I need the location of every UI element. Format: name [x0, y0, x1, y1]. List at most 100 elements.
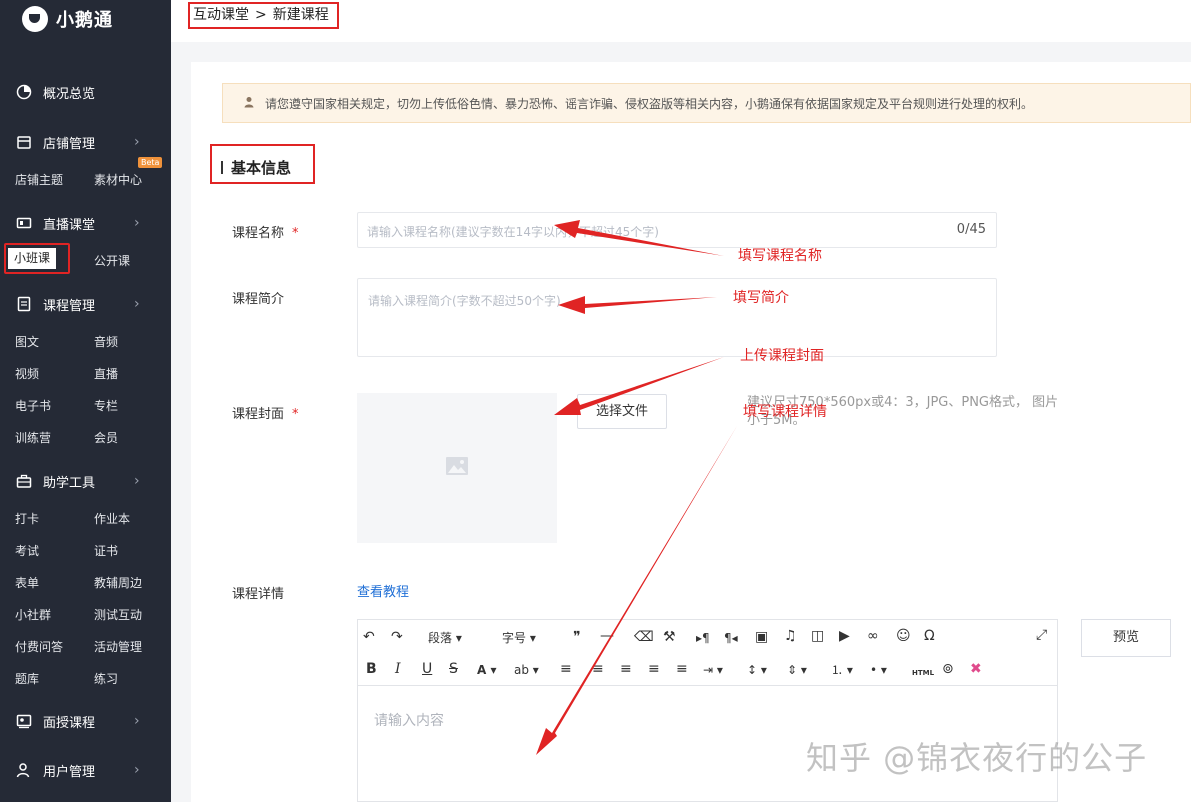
- undo-icon[interactable]: ↶: [363, 628, 375, 646]
- breadcrumb-parent[interactable]: 互动课堂: [193, 4, 249, 27]
- watermark: 知乎 @锦衣夜行的公子: [806, 739, 1148, 777]
- logo-text: 小鹅通: [56, 10, 113, 31]
- sidebar-item-merch[interactable]: 教辅周边: [94, 574, 142, 591]
- sidebar-item-certificate[interactable]: 证书: [94, 542, 118, 559]
- nav-store-label: 店铺管理: [43, 136, 96, 152]
- nav-users[interactable]: 用户管理 ›: [0, 756, 171, 784]
- sidebar-item-checkin[interactable]: 打卡: [15, 510, 39, 527]
- editor-placeholder[interactable]: 请输入内容: [374, 710, 444, 730]
- video-camera-icon[interactable]: ◫: [811, 627, 824, 645]
- ordered-list-dropdown[interactable]: ⒈ ▾: [831, 661, 853, 679]
- sidebar-item-form[interactable]: 表单: [15, 574, 39, 591]
- image-icon[interactable]: ▣: [755, 628, 768, 646]
- align-left-icon[interactable]: ≡: [560, 660, 572, 678]
- paragraph-spacing-dropdown[interactable]: ⇕ ▾: [787, 661, 807, 679]
- highlight-color-icon[interactable]: ab ▾: [514, 661, 539, 679]
- sidebar-item-article[interactable]: 图文: [15, 333, 39, 350]
- eraser-icon[interactable]: ⌫: [634, 628, 654, 646]
- emoji-icon[interactable]: ☺: [896, 627, 911, 645]
- course-intro-textarea[interactable]: 请输入课程简介(字数不超过50个字): [357, 278, 997, 357]
- sidebar-item-community[interactable]: 小社群: [15, 606, 51, 623]
- horizontal-rule-icon[interactable]: —: [600, 627, 614, 645]
- bold-icon[interactable]: B: [366, 660, 377, 678]
- bullet-list-dropdown[interactable]: • ▾: [870, 661, 887, 679]
- align-justify-icon[interactable]: ≡: [676, 660, 688, 678]
- html-icon[interactable]: HTML: [912, 664, 934, 682]
- pie-chart-icon: [16, 84, 32, 100]
- fullscreen-icon[interactable]: ⤢: [1036, 626, 1047, 644]
- chevron-right-icon: ›: [134, 134, 140, 150]
- format-brush-icon[interactable]: ⚒: [663, 628, 676, 646]
- classroom-icon: [16, 713, 32, 729]
- ltr-icon[interactable]: ▸¶: [696, 629, 710, 647]
- font-size-dropdown[interactable]: 字号 ▾: [502, 629, 536, 647]
- media-icon[interactable]: ▶: [839, 627, 850, 645]
- course-name-input[interactable]: 请输入课程名称(建议字数在14字以内，不超过45个字) 0/45: [357, 212, 997, 248]
- breadcrumb-current: 新建课程: [272, 7, 329, 23]
- nav-offline[interactable]: 面授课程 ›: [0, 707, 171, 735]
- align-right-icon[interactable]: ≡: [648, 660, 660, 678]
- course-detail-label: 课程详情: [232, 587, 285, 602]
- sidebar-item-material[interactable]: 素材中心: [94, 171, 142, 188]
- nav-live[interactable]: 直播课堂 ›: [0, 209, 171, 237]
- sidebar-item-question-bank[interactable]: 题库: [15, 670, 39, 687]
- preview-button[interactable]: 预览: [1081, 619, 1171, 657]
- sidebar-item-practice[interactable]: 练习: [94, 670, 118, 687]
- beta-badge: Beta: [138, 157, 163, 168]
- sidebar-item-column[interactable]: 专栏: [94, 397, 118, 414]
- underline-icon[interactable]: U: [422, 660, 432, 678]
- search-replace-icon[interactable]: ⊚: [942, 660, 954, 678]
- sidebar-item-activity[interactable]: 活动管理: [94, 638, 142, 655]
- sidebar-item-audio[interactable]: 音频: [94, 333, 118, 350]
- sidebar-item-paid-qa[interactable]: 付费问答: [15, 638, 63, 655]
- italic-icon[interactable]: I: [395, 660, 401, 678]
- align-justify-left-icon[interactable]: ≡: [592, 660, 604, 678]
- nav-course[interactable]: 课程管理 ›: [0, 290, 171, 318]
- special-char-icon[interactable]: Ω: [924, 627, 935, 645]
- sidebar-item-public-class[interactable]: 公开课: [94, 252, 130, 269]
- sidebar-item-quiz[interactable]: 测试互动: [94, 606, 142, 623]
- cover-upload-area[interactable]: [357, 393, 557, 543]
- strikethrough-icon[interactable]: S: [449, 660, 458, 678]
- annotation-intro: 填写简介: [733, 290, 789, 306]
- sidebar-item-member[interactable]: 会员: [94, 429, 118, 446]
- course-intro-placeholder: 请输入课程简介(字数不超过50个字): [368, 294, 561, 308]
- user-notice-icon: [243, 96, 255, 111]
- course-cover-label: 课程封面 *: [232, 407, 299, 422]
- sidebar-item-video[interactable]: 视频: [15, 365, 39, 382]
- quote-icon[interactable]: ❞: [573, 628, 581, 646]
- sidebar-item-camp[interactable]: 训练营: [15, 429, 51, 446]
- course-name-counter: 0/45: [956, 222, 986, 237]
- nav-overview[interactable]: 概况总览: [0, 78, 171, 106]
- music-icon[interactable]: ♫: [784, 627, 797, 645]
- redo-icon[interactable]: ↷: [391, 628, 403, 646]
- logo-icon: [22, 6, 48, 32]
- nav-store[interactable]: 店铺管理 ›: [0, 128, 171, 156]
- select-file-button[interactable]: 选择文件: [577, 394, 667, 429]
- sidebar-item-small-class[interactable]: 小班课: [8, 248, 56, 269]
- editor-toolbar: ↶ ↷ 段落 ▾ 字号 ▾ ❞ — ⌫ ⚒ ▸¶ ¶◂ ▣ ♫ ◫ ▶ ∞ ☺ …: [358, 620, 1057, 686]
- paragraph-dropdown[interactable]: 段落 ▾: [428, 629, 462, 647]
- store-icon: [16, 134, 32, 150]
- nav-tools[interactable]: 助学工具 ›: [0, 467, 171, 495]
- rtl-icon[interactable]: ¶◂: [724, 629, 738, 647]
- align-center-icon[interactable]: ≡: [620, 660, 632, 678]
- tutorial-link[interactable]: 查看教程: [357, 581, 409, 600]
- sidebar-item-live[interactable]: 直播: [94, 365, 118, 382]
- sidebar-item-store-theme[interactable]: 店铺主题: [15, 171, 63, 188]
- section-title: 基本信息: [231, 159, 292, 177]
- sidebar-item-exam[interactable]: 考试: [15, 542, 39, 559]
- course-name-label: 课程名称 *: [232, 226, 299, 241]
- annotation-detail: 填写课程详情: [743, 404, 827, 420]
- indent-dropdown[interactable]: ⇥ ▾: [703, 661, 723, 679]
- sidebar-item-homework[interactable]: 作业本: [94, 510, 130, 527]
- breadcrumb: 互动课堂 > 新建课程: [188, 2, 339, 29]
- plugin-icon[interactable]: ✖: [970, 660, 982, 678]
- sidebar-item-ebook[interactable]: 电子书: [15, 397, 51, 414]
- course-intro-label: 课程简介: [232, 292, 285, 307]
- notice-text: 请您遵守国家相关规定，切勿上传低俗色情、暴力恐怖、谣言诈骗、侵权盗版等相关内容，…: [265, 96, 1034, 111]
- font-color-icon[interactable]: A ▾: [477, 661, 497, 679]
- line-height-dropdown[interactable]: ↕ ▾: [747, 661, 767, 679]
- logo[interactable]: 小鹅通: [22, 5, 113, 33]
- link-icon[interactable]: ∞: [867, 627, 879, 645]
